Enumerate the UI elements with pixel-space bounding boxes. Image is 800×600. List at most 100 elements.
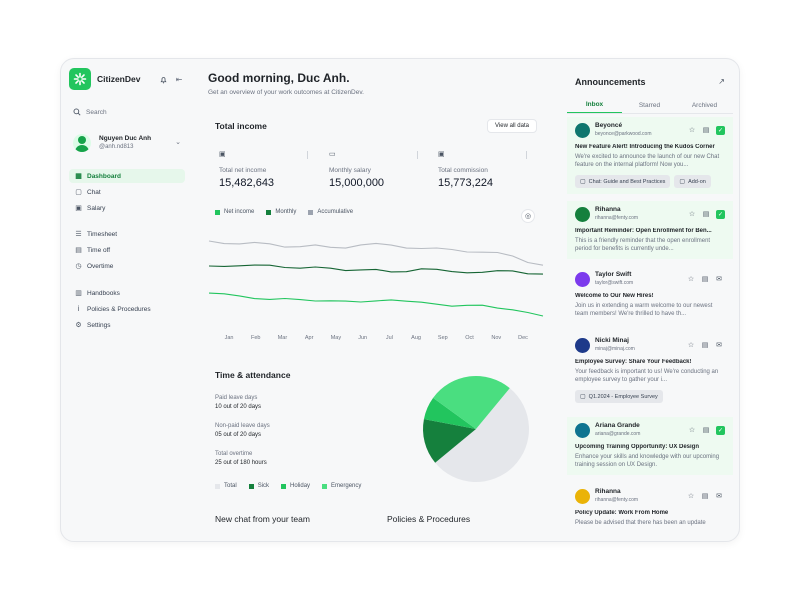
mail-icon[interactable]: ✉ [713, 339, 725, 351]
external-link-icon[interactable]: ↗ [718, 77, 725, 86]
sidebar-item-settings[interactable]: ⚙ Settings [69, 318, 185, 332]
stat-total-commission: ▣ Total commission 15,773,224 [434, 145, 542, 195]
legend-swatch [266, 209, 272, 215]
mark-read-icon[interactable]: ✓ [716, 209, 725, 219]
attendance-legend: Total Sick Holiday Emergency [215, 483, 373, 489]
dashboard-icon: ▦ [75, 173, 82, 180]
x-tick-label: Aug [411, 335, 421, 341]
announcement-item[interactable]: Beyoncé beyonce@parkwood.com ☆ ▤ ✓ New F… [567, 117, 733, 194]
announcement-item[interactable]: Ariana Grande ariana@grande.com ☆ ▤ ✓ Up… [567, 417, 733, 475]
announcement-subject: Policy Update: Work From Home [575, 510, 669, 516]
archive-icon[interactable]: ▤ [700, 208, 712, 220]
collapse-sidebar-icon[interactable]: ⇤ [173, 73, 185, 85]
archive-icon[interactable]: ▤ [699, 490, 711, 502]
x-tick-label: Jan [224, 335, 234, 341]
star-icon[interactable]: ☆ [685, 339, 697, 351]
mark-read-icon[interactable]: ✓ [716, 125, 725, 135]
star-icon[interactable]: ☆ [686, 208, 698, 220]
avatar [575, 206, 590, 222]
star-icon[interactable]: ☆ [686, 124, 698, 136]
sidebar-item-dashboard[interactable]: ▦ Dashboard [69, 169, 185, 183]
legend-item[interactable]: Sick [248, 483, 269, 489]
star-icon[interactable]: ☆ [685, 490, 697, 502]
tab-archived[interactable]: Archived [677, 97, 732, 113]
archive-icon[interactable]: ▤ [699, 273, 711, 285]
brand-row: CitizenDev ⇤ [69, 67, 189, 91]
sender-email: rihanna@fenty.com [595, 215, 639, 221]
mark-read-icon[interactable]: ✓ [716, 425, 725, 435]
tabs-divider [567, 113, 733, 114]
search-label: Search [86, 108, 107, 116]
sidebar-item-label: Settings [87, 321, 111, 329]
sidebar-item-salary[interactable]: ▣ Salary [69, 201, 185, 215]
attachment-chip[interactable]: ▢ Add-on [674, 175, 711, 188]
app-name: CitizenDev [97, 74, 141, 84]
target-icon[interactable]: ◎ [521, 209, 535, 223]
legend-label: Monthly [275, 209, 297, 215]
sidebar-item-overtime[interactable]: ◷ Overtime [69, 259, 185, 273]
paid-leave-value: 10 out of 20 days [215, 404, 262, 410]
legend-item[interactable]: Monthly [266, 209, 296, 215]
book-icon: ▥ [75, 290, 82, 297]
legend-item[interactable]: Total [215, 483, 237, 489]
page-title: Good morning, Duc Anh. [208, 71, 350, 85]
sidebar-item-policies[interactable]: ⅰ Policies & Procedures [69, 302, 185, 316]
attachment-label: Chat: Guide and Best Practices [588, 178, 666, 185]
legend-item[interactable]: Accumulative [308, 209, 353, 215]
announcements-panel: Announcements ↗ Inbox Starred Archived B… [567, 67, 733, 535]
view-all-data-button[interactable]: View all data [487, 119, 537, 133]
archive-icon[interactable]: ▤ [699, 339, 711, 351]
announcement-preview: Your feedback is important to us! We're … [575, 369, 719, 383]
sender-name: Beyoncé [595, 122, 623, 129]
legend-item[interactable]: Holiday [281, 483, 310, 489]
sidebar-item-time-off[interactable]: ▤ Time off [69, 243, 185, 257]
user-name: Nguyen Duc Anh [99, 135, 152, 142]
tab-inbox[interactable]: Inbox [567, 97, 622, 113]
announcement-item[interactable]: Rihanna rihanna@fenty.com ☆ ▤ ✓ Importan… [567, 201, 733, 259]
document-icon: ▢ [580, 179, 586, 185]
search-button[interactable]: Search [73, 108, 107, 116]
attachment-chip[interactable]: ▢ Q1.2024 - Employee Survey [575, 390, 663, 403]
gear-icon: ⚙ [75, 322, 82, 329]
star-icon[interactable]: ☆ [685, 273, 697, 285]
legend-swatch [308, 209, 314, 215]
archive-icon[interactable]: ▤ [700, 424, 712, 436]
calendar-icon: ▭ [329, 151, 336, 158]
avatar [575, 337, 590, 353]
sender-name: Rihanna [595, 206, 621, 213]
page-subtitle: Get an overview of your work outcomes at… [208, 89, 364, 96]
tab-starred[interactable]: Starred [622, 97, 677, 113]
nonpaid-leave-label: Non-paid leave days [215, 423, 270, 429]
sidebar-item-timesheet[interactable]: ☰ Timesheet [69, 227, 185, 241]
x-tick-label: Jun [358, 335, 368, 341]
x-tick-label: Mar [277, 335, 288, 341]
x-tick-label: May [330, 335, 342, 341]
overtime-icon: ◷ [75, 263, 82, 270]
announcement-item[interactable]: Rihanna rihanna@fenty.com ☆ ▤ ✉ Policy U… [567, 483, 733, 535]
mail-icon[interactable]: ✉ [713, 490, 725, 502]
citizendev-logo[interactable] [69, 68, 91, 90]
overtime-label: Total overtime [215, 451, 253, 457]
commission-icon: ▣ [438, 151, 445, 158]
bell-icon[interactable] [157, 73, 169, 85]
salary-icon: ▣ [75, 205, 82, 212]
sidebar-item-handbooks[interactable]: ▥ Handbooks [69, 286, 185, 300]
announcement-preview: We're excited to announce the launch of … [575, 154, 720, 168]
announcement-item[interactable]: Taylor Swift taylor@swift.com ☆ ▤ ✉ Welc… [567, 266, 733, 324]
avatar [575, 271, 590, 287]
announcement-subject: New Feature Alert! Introducing the Kudos… [575, 144, 715, 150]
sender-email: taylor@swift.com [595, 280, 634, 286]
announcement-item[interactable]: Nicki Minaj minaj@minaj.com ☆ ▤ ✉ Employ… [567, 332, 733, 410]
user-profile[interactable]: Nguyen Duc Anh @anh.nd813 ⌄ [73, 130, 185, 156]
legend-item[interactable]: Net income [215, 209, 254, 215]
announcement-subject: Employee Survey: Share Your Feedback! [575, 359, 692, 365]
mail-icon[interactable]: ✉ [713, 273, 725, 285]
chevron-down-icon[interactable]: ⌄ [175, 138, 181, 146]
archive-icon[interactable]: ▤ [700, 124, 712, 136]
sidebar-item-label: Handbooks [87, 289, 120, 297]
legend-item[interactable]: Emergency [322, 483, 361, 489]
attachment-chip[interactable]: ▢ Chat: Guide and Best Practices [575, 175, 671, 188]
star-icon[interactable]: ☆ [686, 424, 698, 436]
sidebar-item-chat[interactable]: ▢ Chat [69, 185, 185, 199]
stat-value: 15,482,643 [219, 177, 275, 189]
